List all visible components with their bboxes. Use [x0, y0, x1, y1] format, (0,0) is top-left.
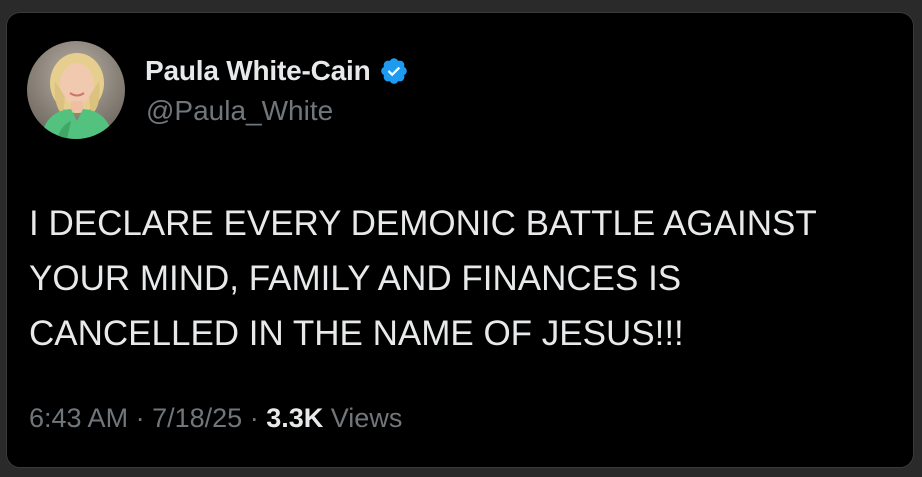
avatar[interactable] — [27, 41, 125, 139]
views-label-spacer — [323, 403, 331, 434]
author-display-name[interactable]: Paula White-Cain — [145, 55, 371, 87]
verified-badge-icon[interactable] — [379, 56, 409, 86]
author-name-row[interactable]: Paula White-Cain — [145, 53, 409, 89]
separator-dot: · — [135, 403, 145, 433]
post-date[interactable]: 7/18/25 — [152, 403, 242, 434]
views-label: Views — [330, 403, 403, 433]
post-metadata: 6:43 AM · 7/18/25 · 3.3K Views — [29, 403, 402, 434]
avatar-image — [27, 41, 125, 139]
separator-dot: · — [249, 403, 259, 433]
author-handle[interactable]: @Paula_White — [146, 95, 333, 127]
post-text: I DECLARE EVERY DEMONIC BATTLE AGAINST Y… — [29, 204, 817, 353]
post-time[interactable]: 6:43 AM — [29, 403, 128, 434]
views-count: 3.3K — [266, 403, 324, 433]
post-card[interactable]: Paula White-Cain @Paula_White I DECLARE … — [6, 12, 914, 468]
